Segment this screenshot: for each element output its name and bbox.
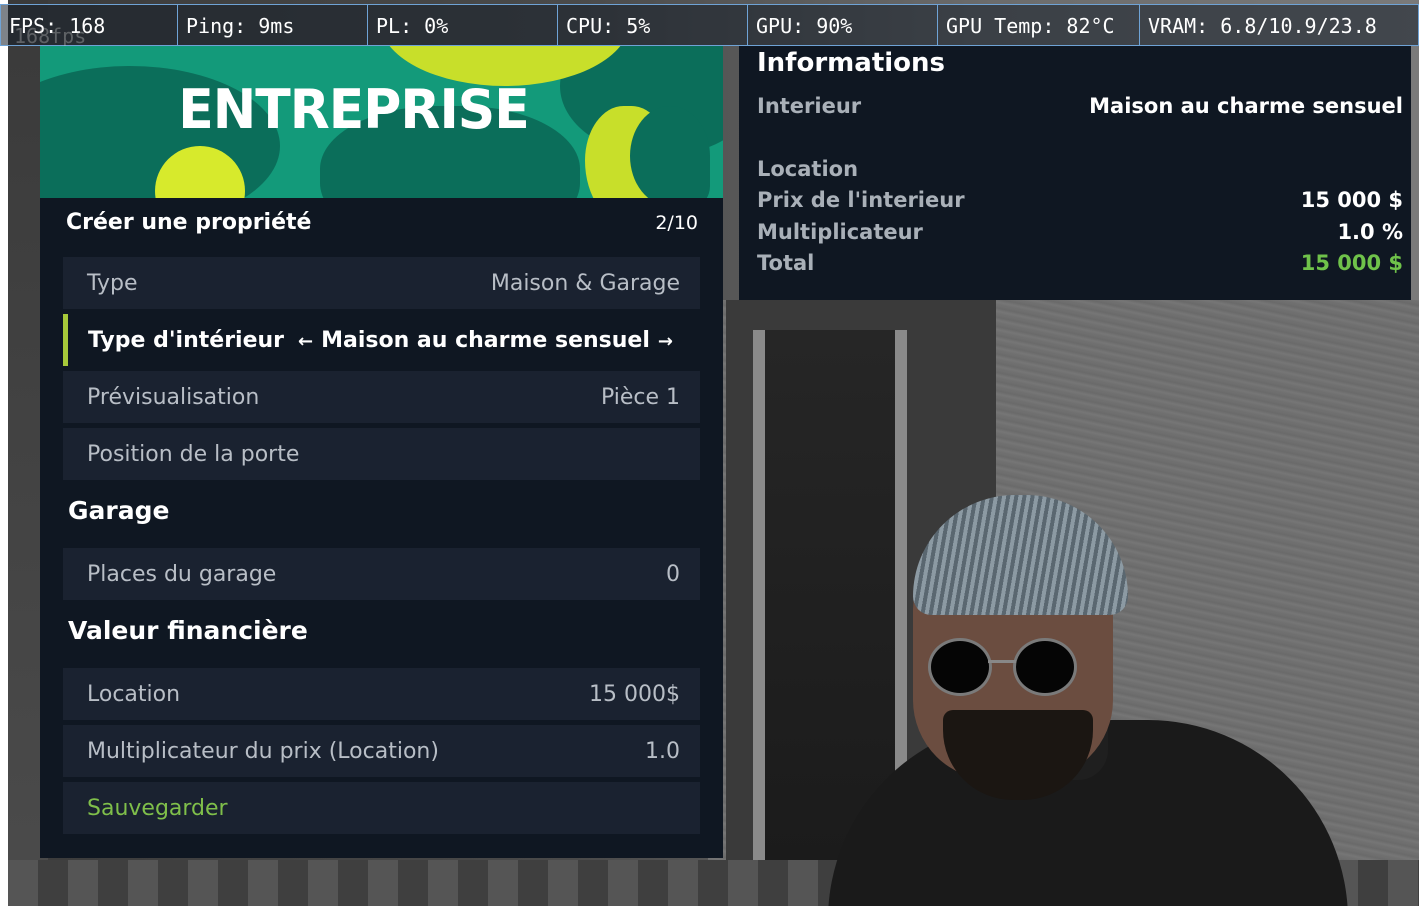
info-value: Maison au charme sensuel [1089, 94, 1403, 118]
character-sunglasses-right [1013, 638, 1077, 696]
character-sunglasses-bridge [988, 660, 1016, 663]
info-row-location: Location [757, 157, 1403, 181]
menu-item-value: 15 000$ [589, 681, 680, 707]
menu-item-label: Location [87, 681, 181, 707]
banner-title-text: ENTREPRISE [178, 78, 530, 142]
menu-item-rent[interactable]: Location 15 000$ [63, 668, 700, 720]
info-label: Total [757, 251, 815, 275]
menu-item-value: Pièce 1 [600, 384, 680, 410]
info-panel: Informations Interieur Maison au charme … [739, 46, 1411, 300]
arrow-left-icon[interactable]: ← [298, 328, 313, 353]
hud-vram: VRAM: 6.8/10.9/23.8 [1139, 4, 1419, 46]
info-value: 15 000 $ [1300, 188, 1403, 212]
hud-gpu-temp: GPU Temp: 82°C [937, 4, 1139, 46]
menu-item-value: 1.0 [645, 738, 680, 764]
menu-item-label: Places du garage [87, 561, 277, 587]
hud-gpu: GPU: 90% [747, 4, 937, 46]
menu-item-preview[interactable]: Prévisualisation Pièce 1 [63, 371, 700, 423]
property-menu: ENTREPRISE Créer une propriété 2/10 Type… [40, 46, 723, 858]
menu-item-rent-multiplier[interactable]: Multiplicateur du prix (Location) 1.0 [63, 725, 700, 777]
menu-item-interior-type[interactable]: Type d'intérieur ← Maison au charme sens… [63, 314, 700, 366]
banner-title: ENTREPRISE [40, 78, 723, 142]
menu-title: Créer une propriété [66, 210, 312, 235]
save-button[interactable]: Sauvegarder [63, 782, 700, 834]
arrow-right-icon[interactable]: → [658, 328, 673, 353]
info-label: Interieur [757, 94, 862, 118]
section-financial-value: Valeur financière [68, 616, 308, 645]
info-label: Multiplicateur [757, 220, 923, 244]
info-title: Informations [757, 48, 946, 78]
menu-item-label: Type [87, 270, 138, 296]
section-garage: Garage [68, 496, 170, 525]
menu-counter: 2/10 [655, 211, 698, 234]
info-total-value: 15 000 $ [1300, 251, 1403, 275]
hud-fps-ghost: 168fps [14, 24, 87, 48]
save-button-label: Sauvegarder [87, 795, 228, 821]
character-sunglasses-left [928, 638, 992, 696]
hud-ping: Ping: 9ms [177, 4, 367, 46]
menu-item-label: Position de la porte [87, 441, 300, 467]
menu-item-label: Prévisualisation [87, 384, 260, 410]
performance-hud: FPS: 168 Ping: 9ms PL: 0% CPU: 5% GPU: 9… [0, 4, 1419, 46]
info-row-interior: Interieur Maison au charme sensuel [757, 94, 1403, 118]
menu-item-door-position[interactable]: Position de la porte [63, 428, 700, 480]
info-value: 1.0 % [1337, 220, 1403, 244]
hud-packet-loss: PL: 0% [367, 4, 557, 46]
menu-item-label: Type d'intérieur [88, 327, 285, 353]
info-row-multiplier: Multiplicateur 1.0 % [757, 220, 1403, 244]
menu-banner: ENTREPRISE [40, 46, 723, 198]
info-row-interior-price: Prix de l'interieur 15 000 $ [757, 188, 1403, 212]
info-row-total: Total 15 000 $ [757, 251, 1403, 275]
hud-cpu: CPU: 5% [557, 4, 747, 46]
menu-item-value: 0 [666, 561, 680, 587]
menu-item-value: Maison au charme sensuel [321, 327, 650, 353]
menu-item-label: Multiplicateur du prix (Location) [87, 738, 439, 764]
menu-item-garage-places[interactable]: Places du garage 0 [63, 548, 700, 600]
info-label: Prix de l'interieur [757, 188, 965, 212]
menu-item-value: Maison & Garage [490, 270, 680, 296]
menu-header: Créer une propriété 2/10 [66, 210, 698, 235]
menu-item-type[interactable]: Type Maison & Garage [63, 257, 700, 309]
info-label: Location [757, 157, 859, 181]
